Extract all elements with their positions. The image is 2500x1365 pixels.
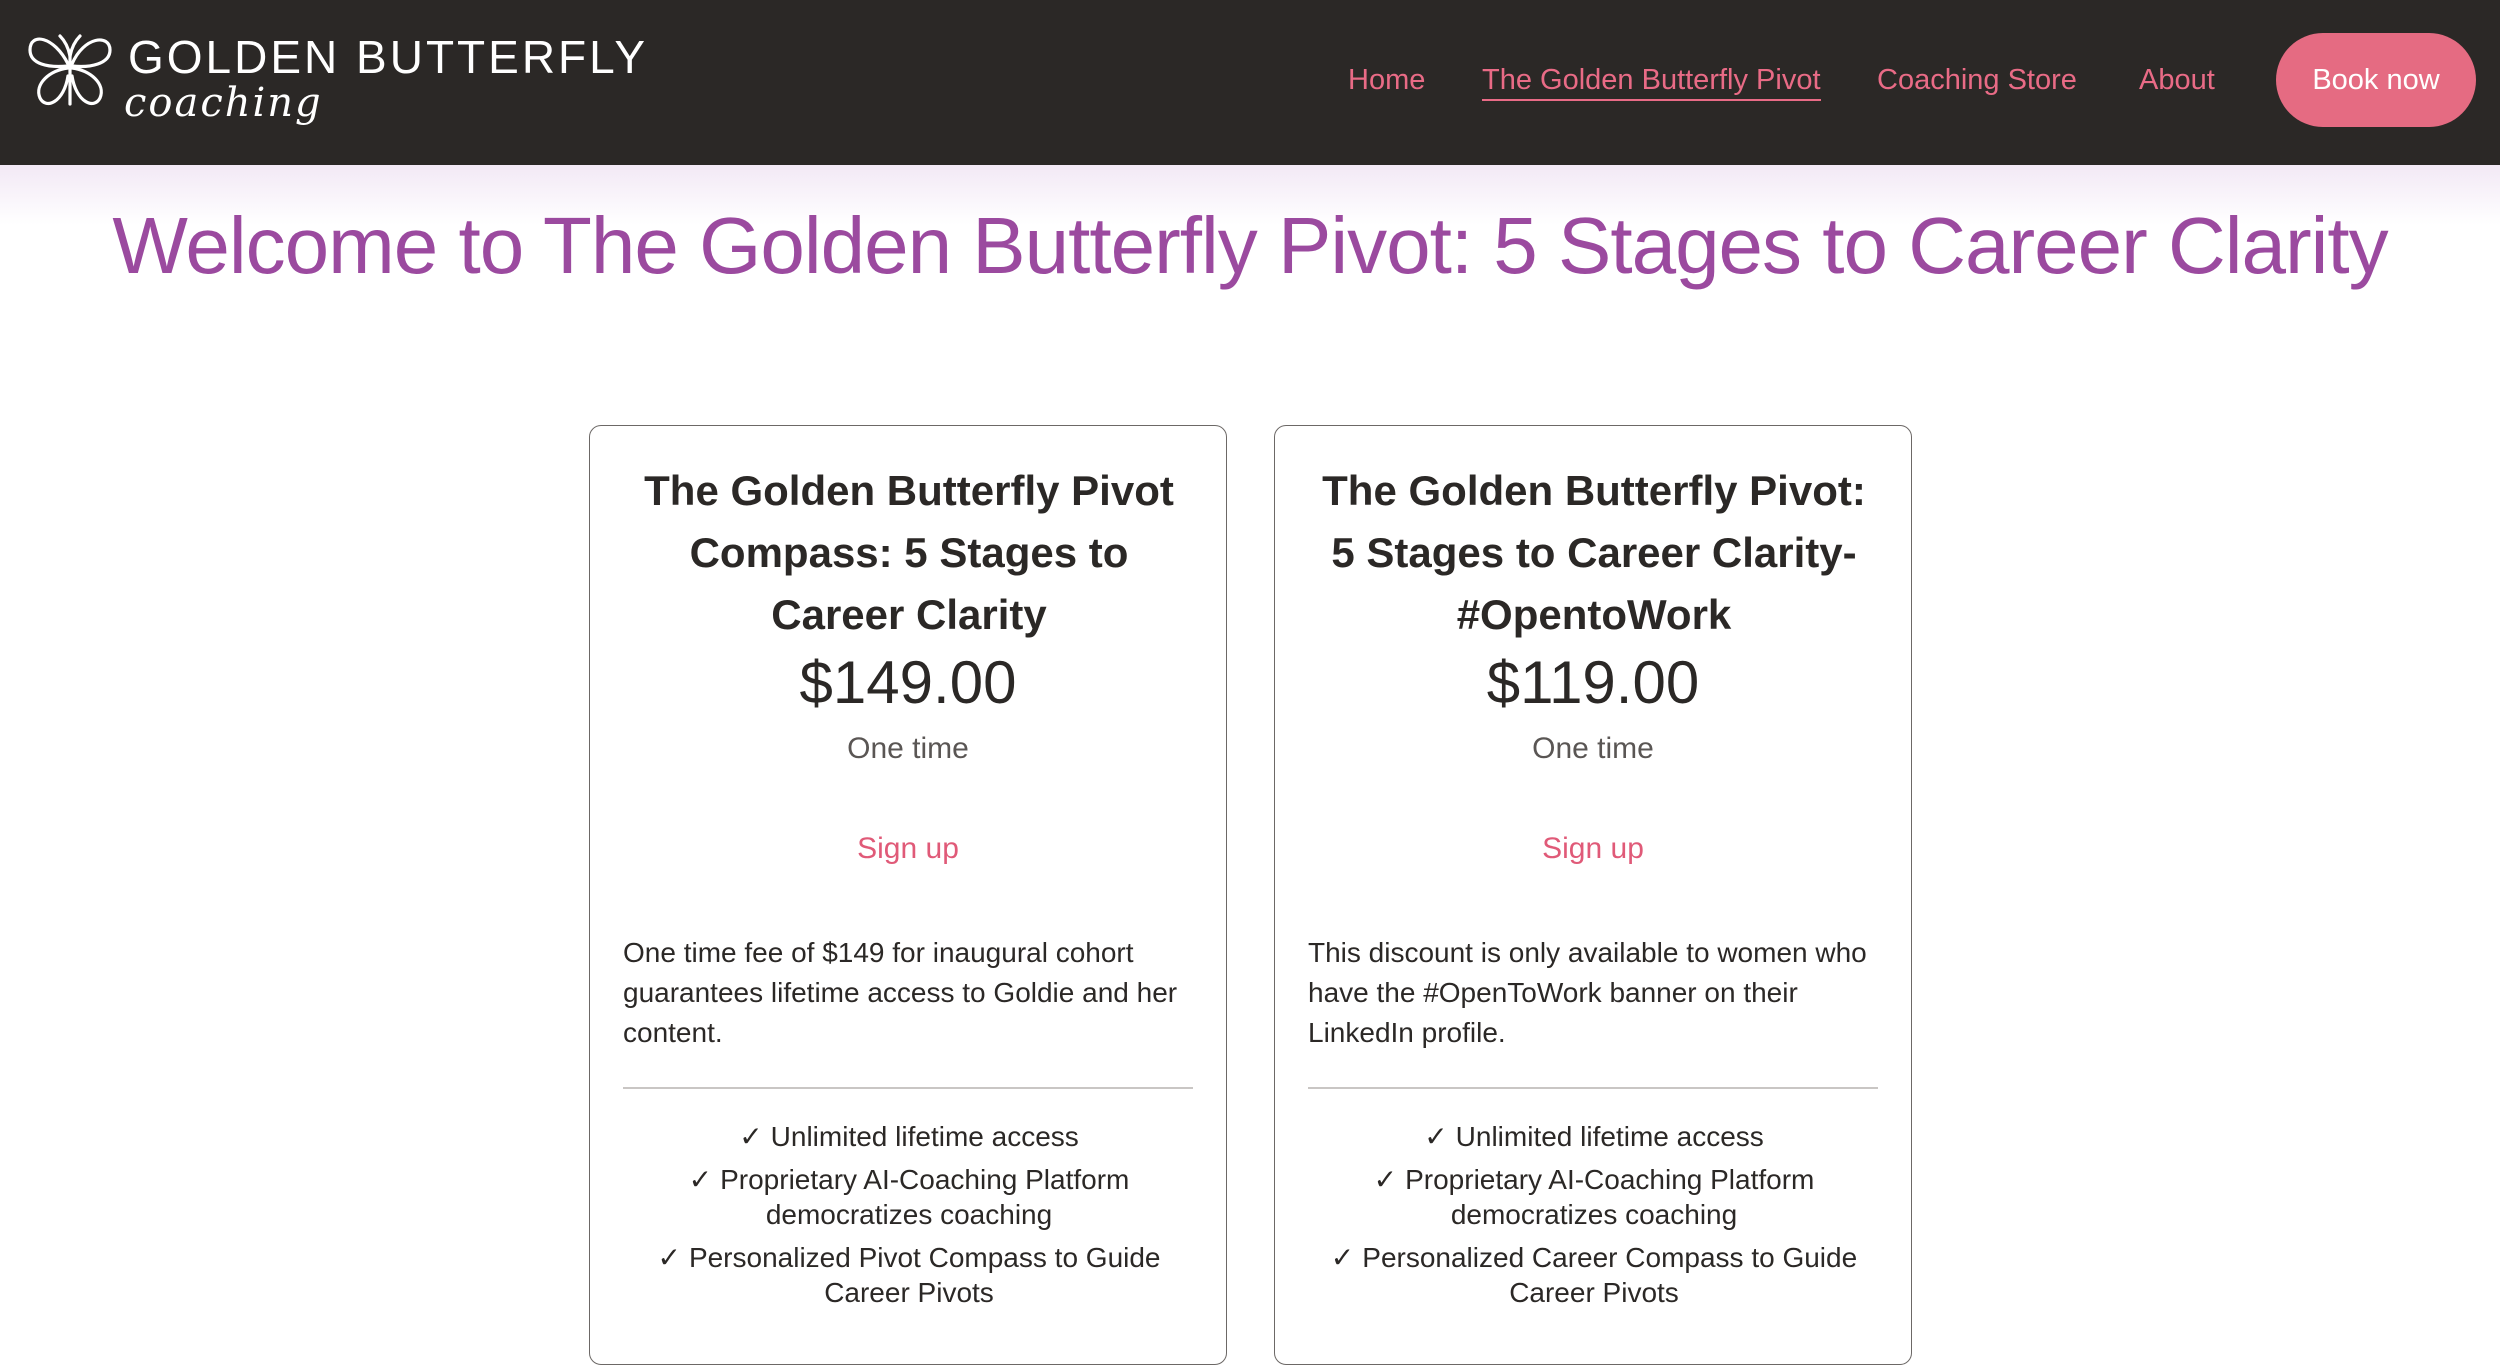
book-now-button[interactable]: Book now [2276,33,2476,127]
feature-item: ✓ Proprietary AI-Coaching Platform democr… [1308,1162,1880,1232]
nav-coaching-store[interactable]: Coaching Store [1877,64,2077,97]
feature-item: ✓ Personalized Pivot Compass to Guide Car… [623,1240,1195,1310]
sign-up-link[interactable]: Sign up [590,832,1226,866]
feature-item: ✓ Unlimited lifetime access [1308,1119,1880,1154]
plan-card-compass: The Golden Butterfly Pivot Compass: 5 St… [589,425,1227,1365]
sign-up-link[interactable]: Sign up [1275,832,1911,866]
plan-description: This discount is only available to women… [1308,937,1867,1048]
butterfly-icon [28,34,112,106]
divider [1308,1087,1878,1089]
divider [623,1087,1193,1089]
plan-features: ✓ Unlimited lifetime access ✓ Proprietary … [623,1119,1195,1318]
feature-item: ✓ Unlimited lifetime access [623,1119,1195,1154]
plan-card-open-to-work: The Golden Butterfly Pivot: 5 Stages to … [1274,425,1912,1365]
check-icon: ✓ [657,1242,681,1273]
feature-item: ✓ Proprietary AI-Coaching Platform democr… [623,1162,1195,1232]
nav-about[interactable]: About [2139,64,2215,97]
page-title: Welcome to The Golden Butterfly Pivot: 5… [112,201,2388,290]
check-icon: ✓ [1330,1242,1355,1273]
feature-text: Unlimited lifetime access [1455,1121,1764,1152]
site-header: GOLDEN BUTTERFLY coaching Home The Golde… [0,0,2500,165]
plan-description: One time fee of $149 for inaugural cohor… [623,937,1178,1048]
plan-price: $119.00 [1486,649,1700,716]
brand-logo[interactable]: GOLDEN BUTTERFLY coaching [24,24,645,134]
check-icon: ✓ [688,1164,713,1195]
plan-title: The Golden Butterfly Pivot: 5 Stages to … [1322,467,1866,638]
check-icon: ✓ [739,1121,763,1152]
feature-text: Proprietary AI-Coaching Platform democra… [1405,1164,1815,1230]
nav-golden-butterfly-pivot[interactable]: The Golden Butterfly Pivot [1482,64,1821,101]
feature-text: Personalized Career Compass to Guide Car… [1362,1242,1858,1308]
feature-text: Personalized Pivot Compass to Guide Care… [688,1242,1161,1308]
check-icon: ✓ [1424,1121,1448,1152]
plan-period: One time [1532,732,1654,765]
plan-features: ✓ Unlimited lifetime access ✓ Proprietary … [1308,1119,1880,1318]
plan-period: One time [847,732,969,765]
check-icon: ✓ [1373,1164,1398,1195]
nav-home[interactable]: Home [1348,64,1425,97]
feature-text: Proprietary AI-Coaching Platform democra… [720,1164,1130,1230]
feature-text: Unlimited lifetime access [770,1121,1079,1152]
feature-item: ✓ Personalized Career Compass to Guide Ca… [1308,1240,1880,1310]
brand-title: GOLDEN BUTTERFLY [128,31,648,83]
plan-title: The Golden Butterfly Pivot Compass: 5 St… [644,467,1174,638]
brand-subtitle: coaching [124,80,323,126]
plan-price: $149.00 [799,649,1017,716]
